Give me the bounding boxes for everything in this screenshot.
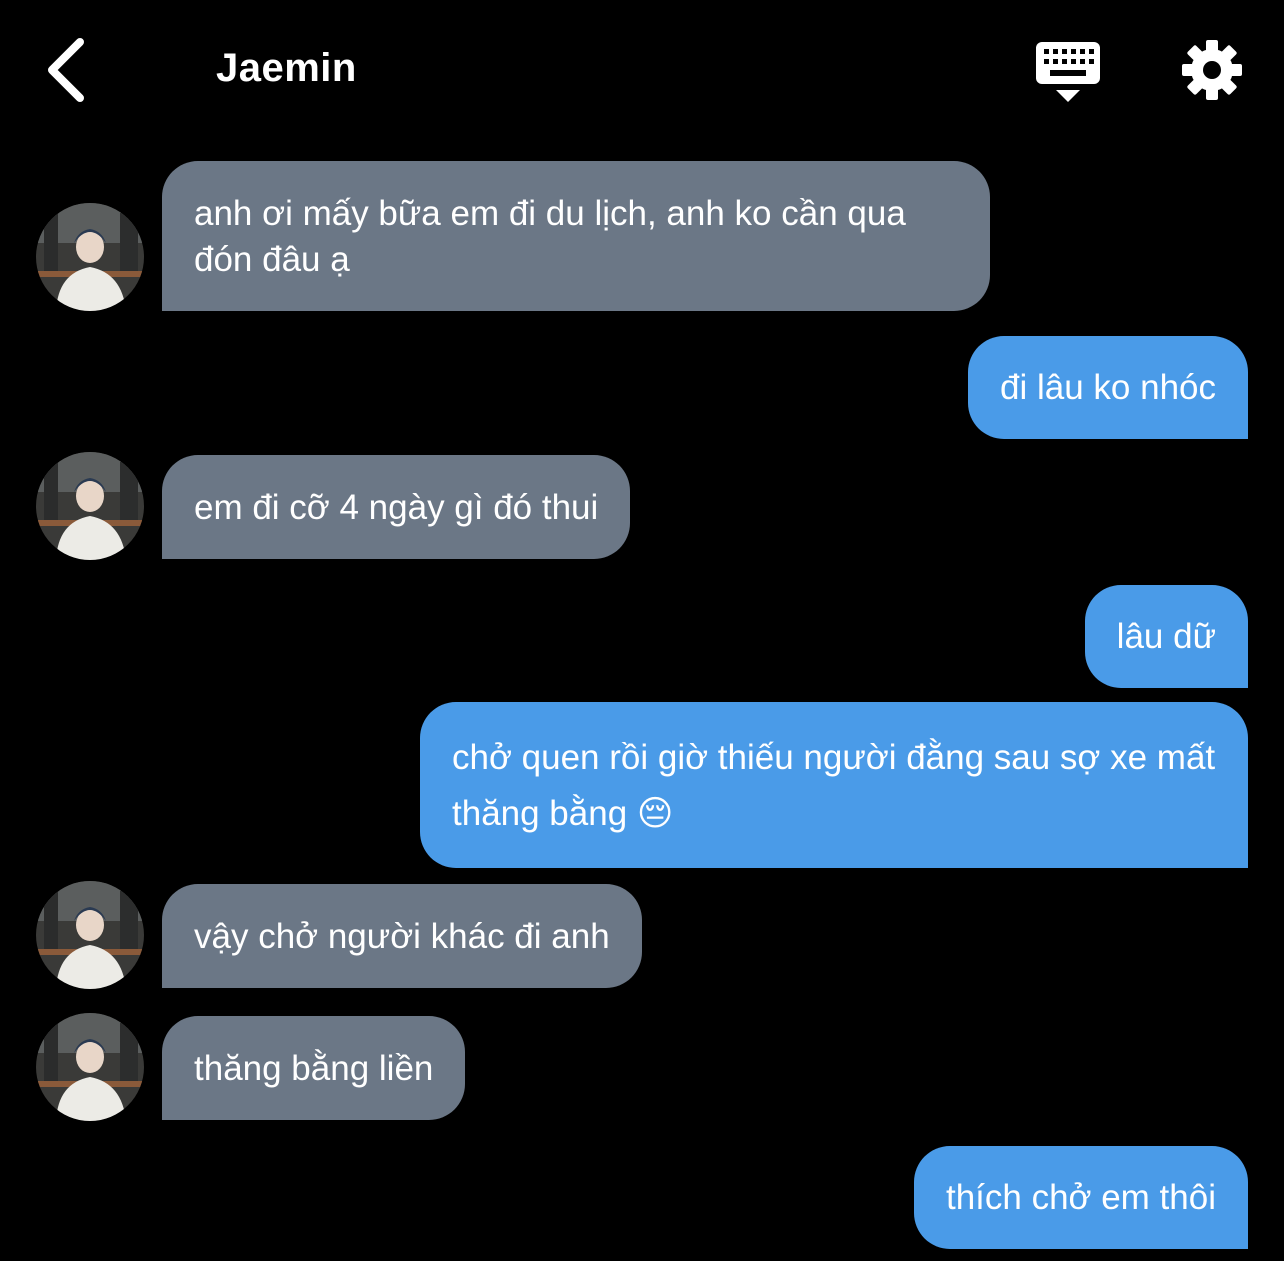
keyboard-button[interactable] [1034,40,1102,104]
message-bubble-incoming[interactable]: anh ơi mấy bữa em đi du lịch, anh ko cần… [162,161,990,311]
avatar-photo [36,452,144,560]
message-bubble-outgoing[interactable]: đi lâu ko nhóc [968,336,1248,439]
settings-button[interactable] [1180,38,1244,102]
avatar-photo [36,881,144,989]
avatar-photo [36,1013,144,1121]
keyboard-hide-icon [1036,42,1100,102]
avatar-photo [36,203,144,311]
contact-avatar[interactable] [36,203,144,311]
contact-avatar[interactable] [36,881,144,989]
chevron-left-icon [48,38,84,102]
contact-avatar[interactable] [36,1013,144,1121]
message-bubble-outgoing[interactable]: thích chở em thôi [913,1146,1248,1249]
chat-title: Jaemin [216,46,357,90]
message-bubble-incoming[interactable]: thăng bằng liền [162,1016,466,1120]
chat-header: Jaemin [0,0,1284,140]
gear-icon [1182,40,1242,100]
message-bubble-incoming[interactable]: em đi cỡ 4 ngày gì đó thui [162,455,631,559]
message-bubble-incoming[interactable]: vậy chở người khác đi anh [162,884,642,988]
message-bubble-outgoing[interactable]: chở quen rồi giờ thiếu người đằng sau sợ… [420,702,1248,868]
message-bubble-outgoing[interactable]: lâu dữ [1084,585,1248,688]
contact-avatar[interactable] [36,452,144,560]
back-button[interactable] [40,36,96,104]
